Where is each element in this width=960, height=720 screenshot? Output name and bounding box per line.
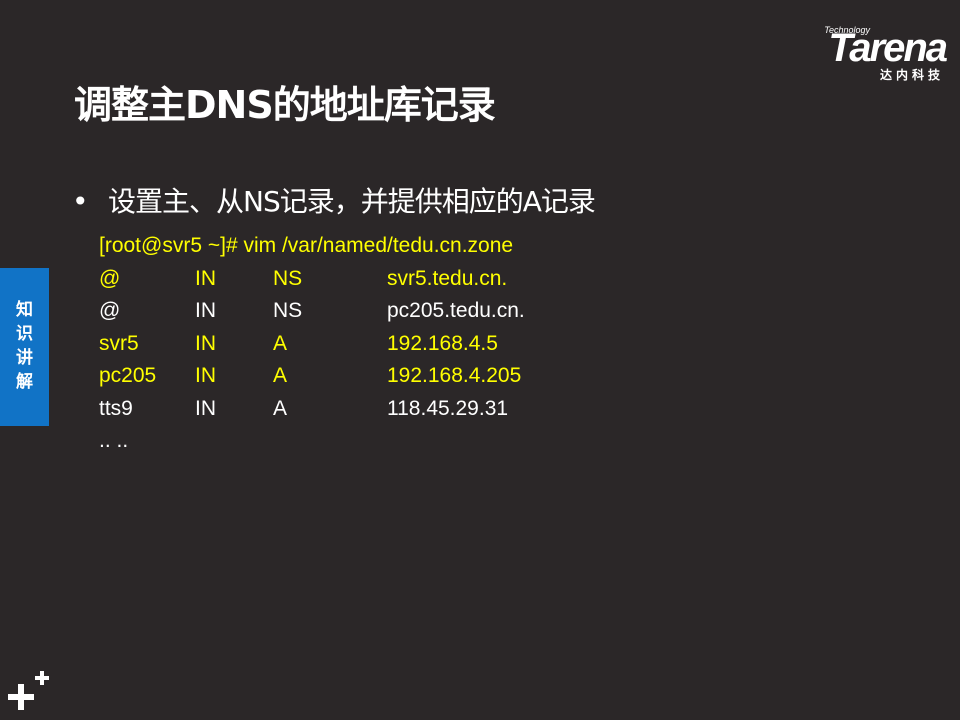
command-text: [root@svr5 ~]# vim /var/named/tedu.cn.zo… — [99, 234, 514, 257]
side-tab-label: 知识讲解 — [16, 300, 33, 392]
record-type: A — [273, 364, 288, 387]
bullet-text: 设置主、从NS记录，并提供相应的A记录 — [108, 185, 596, 218]
record-class: IN — [195, 266, 216, 290]
ellipsis-text: .. .. — [99, 429, 129, 452]
record-class: IN — [195, 396, 216, 420]
record-value: pc205.tedu.cn. — [387, 299, 525, 322]
record-name: @ — [99, 299, 121, 322]
logo-chinese-text: 达内科技 — [879, 68, 944, 82]
record-type: A — [273, 396, 288, 420]
record-value: 192.168.4.205 — [387, 364, 522, 387]
record-name: @ — [99, 266, 121, 290]
record-value: 192.168.4.5 — [387, 331, 498, 355]
logo-wordmark: Tarena — [828, 26, 948, 70]
side-tab: 知识讲解 — [0, 268, 49, 426]
record-type: NS — [273, 299, 303, 322]
record-class: IN — [195, 299, 216, 322]
record-name: tts9 — [99, 396, 133, 420]
plus-icon — [8, 671, 49, 710]
record-name: svr5 — [99, 331, 139, 355]
bullet-point: • 设置主、从NS记录，并提供相应的A记录 — [72, 180, 596, 220]
bullet-dot-icon: • — [72, 185, 89, 218]
tarena-logo: Technology Tarena 达内科技 — [776, 22, 948, 84]
record-class: IN — [195, 364, 216, 387]
record-value: 118.45.29.31 — [387, 396, 509, 420]
record-class: IN — [195, 331, 216, 355]
record-type: NS — [273, 266, 303, 290]
record-value: svr5.tedu.cn. — [387, 266, 508, 290]
slide-title: 调整主DNS的地址库记录 — [74, 83, 496, 127]
record-type: A — [273, 331, 288, 355]
record-name: pc205 — [99, 364, 157, 387]
